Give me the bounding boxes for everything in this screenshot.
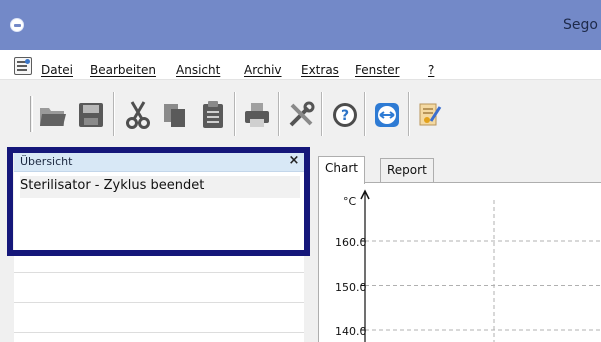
toolbar-separator: [321, 92, 323, 136]
svg-text:?: ?: [341, 108, 349, 124]
paste-icon[interactable]: [196, 98, 230, 132]
list-row-divider: [14, 302, 304, 303]
title-bar: [0, 0, 601, 50]
y-tick-label: 150.0: [335, 281, 367, 294]
segoviewer-app-icon[interactable]: [10, 18, 24, 32]
y-axis-unit: °C: [343, 195, 357, 208]
menu-ansicht[interactable]: Ansicht: [176, 63, 220, 77]
toolbar-separator: [234, 92, 236, 136]
toolbar-separator: [364, 92, 366, 136]
highlight-frame: [7, 147, 310, 256]
certificate-icon[interactable]: [413, 98, 447, 132]
help-icon[interactable]: ?: [328, 98, 362, 132]
tab-report[interactable]: Report: [380, 158, 434, 182]
print-icon[interactable]: [240, 98, 274, 132]
menu-bearbeiten[interactable]: Bearbeiten: [90, 63, 156, 77]
copy-icon[interactable]: [158, 98, 192, 132]
y-tick-label: 140.0: [335, 325, 367, 338]
toolbar-separator: [113, 92, 115, 136]
menu-fenster[interactable]: Fenster: [355, 63, 400, 77]
document-menu-icon[interactable]: [14, 57, 32, 75]
cut-icon[interactable]: [121, 98, 155, 132]
window-title: Sego: [563, 17, 598, 33]
menu-datei[interactable]: Datei: [41, 63, 73, 77]
save-icon[interactable]: [74, 98, 108, 132]
menu-archiv[interactable]: Archiv: [244, 63, 282, 77]
tab-chart[interactable]: Chart: [318, 156, 365, 184]
list-row-divider: [14, 272, 304, 273]
toolbar-separator: [278, 92, 280, 136]
remote-support-icon[interactable]: [370, 98, 404, 132]
menu-help[interactable]: ?: [428, 63, 434, 77]
toolbar-separator: [408, 92, 410, 136]
menu-extras[interactable]: Extras: [301, 63, 339, 77]
toolbar-grip[interactable]: [30, 96, 33, 132]
temperature-chart: [360, 189, 601, 342]
y-tick-label: 160.0: [335, 236, 367, 249]
settings-tools-icon[interactable]: [284, 98, 318, 132]
open-folder-icon[interactable]: [36, 98, 70, 132]
list-row-divider: [14, 332, 304, 333]
